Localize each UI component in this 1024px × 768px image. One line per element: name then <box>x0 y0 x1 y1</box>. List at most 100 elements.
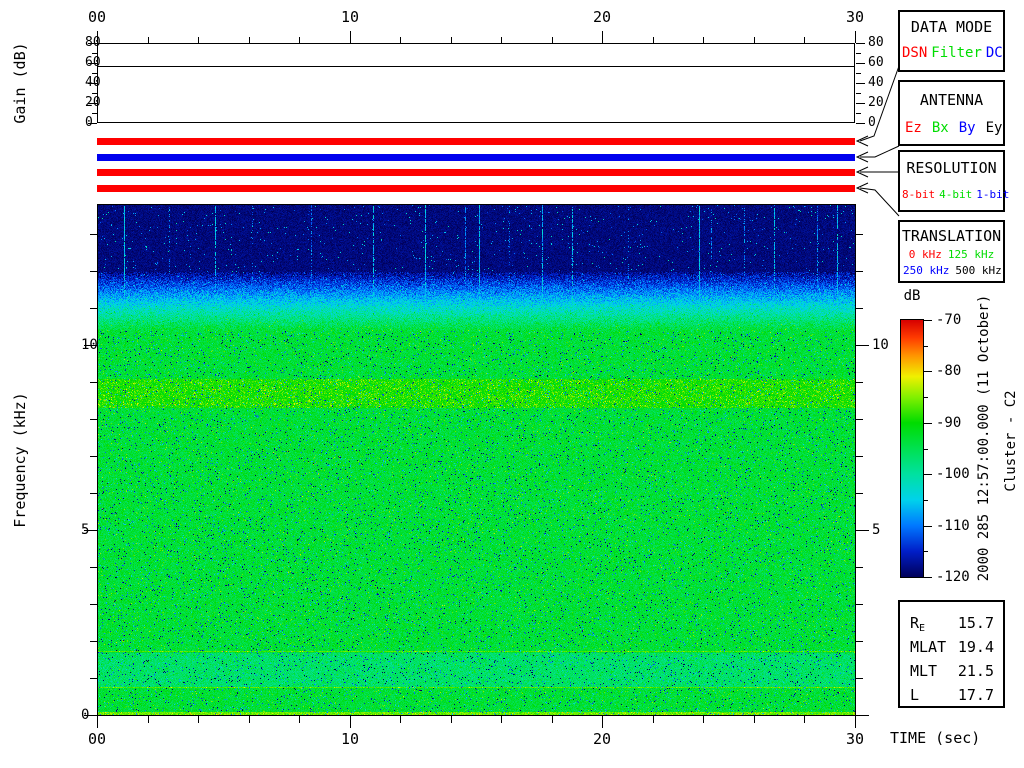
gain-right-tick-label: 20 <box>868 95 884 110</box>
gain-top-tick-label: 10 <box>340 8 360 26</box>
info-label-subscript: E <box>919 623 926 634</box>
gain-top-tick <box>552 37 553 43</box>
colorbar-tick <box>924 423 932 424</box>
time-bottom-tick <box>602 716 603 728</box>
gain-top-tick <box>653 37 654 43</box>
gain-top-tick-label: 20 <box>592 8 612 26</box>
time-bottom-tick <box>148 716 149 723</box>
info-label: L <box>910 686 920 704</box>
spectrogram-canvas <box>98 205 855 715</box>
freq-left-tick <box>90 604 97 605</box>
colorbar-tick <box>924 577 932 578</box>
time-tick-label: 20 <box>592 730 612 748</box>
panel-option-250-kHz: 250 kHz <box>903 264 950 277</box>
colorbar-tick <box>924 320 932 321</box>
info-label: MLAT <box>910 638 947 656</box>
freq-right-tick <box>856 234 863 235</box>
gain-top-tick <box>299 37 300 43</box>
gain-right-tick <box>856 83 865 84</box>
spacecraft-label: Cluster - C2 <box>1003 390 1019 492</box>
colorbar-tick <box>924 346 928 347</box>
freq-left-tick <box>90 382 97 383</box>
panel-option-500-kHz: 500 kHz <box>955 264 1002 277</box>
spectrogram-plot <box>97 204 856 716</box>
freq-right-tick <box>856 715 869 716</box>
gain-right-tick <box>856 43 865 44</box>
gain-top-tick <box>350 31 351 43</box>
gain-left-tick-label: 60 <box>85 55 101 70</box>
gain-top-tick <box>148 37 149 43</box>
panel-antenna: ANTENNA Ez Bx By Ey <box>898 80 1005 146</box>
info-value: 15.7 <box>957 614 994 632</box>
panel-option-DC: DC <box>985 45 1003 61</box>
panel-title: TRANSLATION <box>901 227 1002 245</box>
time-bottom-tick <box>855 716 856 728</box>
panel-option-8-bit: 8-bit <box>902 188 936 201</box>
colorbar-tick <box>924 449 928 450</box>
info-row-l: L 17.7 <box>910 684 994 709</box>
freq-right-tick <box>856 345 869 346</box>
gain-right-tick-label: 80 <box>868 35 884 50</box>
panel-title: ANTENNA <box>919 91 984 109</box>
info-row-r: RE 15.7 <box>910 612 994 637</box>
panel-option-4-bit: 4-bit <box>939 188 973 201</box>
gain-right-tick <box>856 53 861 54</box>
gain-right-tick <box>856 103 865 104</box>
info-label: R <box>910 614 920 632</box>
panel-title: DATA MODE <box>910 18 993 36</box>
time-tick-label: 00 <box>87 730 107 748</box>
time-bottom-tick <box>501 716 502 723</box>
time-bottom-tick <box>552 716 553 723</box>
time-bottom-tick <box>97 716 98 728</box>
freq-left-tick <box>90 456 97 457</box>
panel-option-125-kHz: 125 kHz <box>947 248 995 261</box>
time-bottom-tick <box>249 716 250 723</box>
freq-left-tick <box>90 271 97 272</box>
gain-top-tick <box>451 37 452 43</box>
gain-top-tick <box>804 37 805 43</box>
colorbar <box>900 319 924 578</box>
freq-right-tick <box>856 308 863 309</box>
time-tick-label: 30 <box>845 730 865 748</box>
panel-options-row: 250 kHz 500 kHz <box>900 264 1003 277</box>
colorbar-tick-label: -110 <box>936 518 970 534</box>
freq-left-tick <box>90 493 97 494</box>
gain-left-tick <box>92 93 97 94</box>
colorbar-tick <box>924 397 928 398</box>
freq-right-tick <box>856 604 863 605</box>
info-row-mlat: MLAT 19.4 <box>910 636 994 661</box>
gain-right-tick <box>856 73 861 74</box>
gain-left-tick <box>92 113 97 114</box>
time-bottom-tick <box>653 716 654 723</box>
panel-title: RESOLUTION <box>906 159 997 177</box>
time-bottom-tick <box>754 716 755 723</box>
arrowhead-data-mode <box>855 135 869 147</box>
freq-right-tick <box>856 419 863 420</box>
gain-right-tick-label: 40 <box>868 75 884 90</box>
panel-translation: TRANSLATION 0 kHz 125 kHz 250 kHz 500 kHz <box>898 220 1005 283</box>
panel-options-row: DSN Filter DC <box>900 45 1003 61</box>
info-value: 17.7 <box>957 686 994 704</box>
freq-right-tick-label: 10 <box>872 337 889 353</box>
freq-left-tick-label: 10 <box>81 337 98 353</box>
gain-top-tick <box>249 37 250 43</box>
gain-top-tick-label: 30 <box>845 8 865 26</box>
freq-left-tick <box>90 308 97 309</box>
info-value: 19.4 <box>957 638 994 656</box>
time-bottom-tick <box>451 716 452 723</box>
info-row-mlt: MLT 21.5 <box>910 660 994 685</box>
freq-left-tick <box>90 567 97 568</box>
connector-line-antenna <box>860 145 900 158</box>
panel-option-1-bit: 1-bit <box>976 188 1010 201</box>
gain-top-tick <box>703 37 704 43</box>
panel-option-0-kHz: 0 kHz <box>908 248 942 261</box>
panel-option-Ey: Ey <box>985 120 1003 136</box>
gain-right-tick <box>856 123 865 124</box>
time-tick-label: 10 <box>340 730 360 748</box>
panel-resolution: RESOLUTION 8-bit 4-bit 1-bit <box>898 150 1009 212</box>
time-bottom-tick <box>350 716 351 728</box>
freq-right-tick <box>856 530 869 531</box>
gain-left-tick <box>92 73 97 74</box>
colorbar-unit-label: dB <box>903 288 921 304</box>
panel-options-row: Ez Bx By Ey <box>900 120 1003 136</box>
